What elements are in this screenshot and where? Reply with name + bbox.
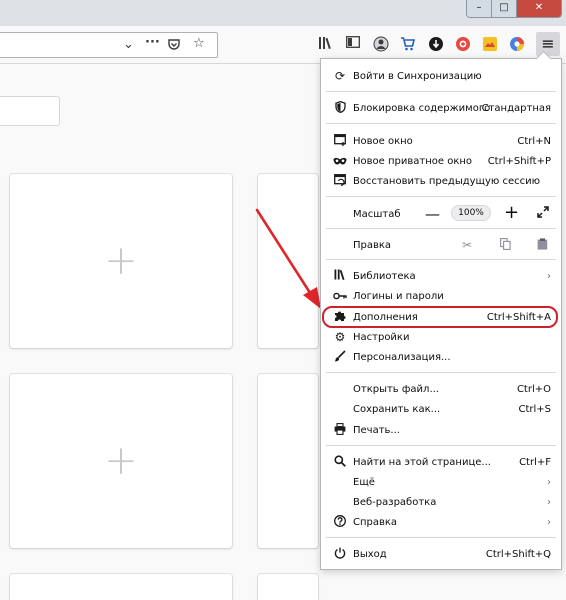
zoom-in-button[interactable]: +: [504, 204, 519, 222]
menu-item-find[interactable]: Найти на этой странице... Ctrl+F: [321, 452, 561, 472]
private-mask-icon: [330, 154, 350, 168]
zoom-reset-button[interactable]: 100%: [451, 205, 491, 221]
library-icon: [330, 269, 350, 283]
key-icon: [330, 289, 350, 303]
menu-item-new-window[interactable]: Новое окно Ctrl+N: [321, 131, 561, 151]
menu-item-content-blocking[interactable]: Блокировка содержимого Стандартная: [321, 98, 561, 118]
shield-icon: [330, 100, 350, 116]
paste-icon[interactable]: [537, 238, 548, 253]
help-icon: [330, 514, 350, 530]
brush-icon: [330, 349, 350, 365]
zoom-out-button[interactable]: —: [425, 206, 440, 222]
printer-icon: [330, 422, 350, 438]
gear-icon: ⚙: [334, 330, 346, 344]
menu-item-customize[interactable]: Персонализация...: [321, 347, 561, 367]
search-icon: [330, 454, 350, 470]
menu-item-print[interactable]: Печать...: [321, 420, 561, 440]
cut-icon[interactable]: ✂: [462, 238, 472, 252]
menu-item-more[interactable]: Ещё ›: [321, 472, 561, 492]
copy-icon[interactable]: [500, 238, 511, 253]
menu-item-library[interactable]: Библиотека ›: [321, 266, 561, 286]
chevron-right-icon: ›: [547, 496, 551, 508]
power-icon: [330, 547, 350, 562]
menu-item-settings[interactable]: ⚙ Настройки: [321, 327, 561, 347]
chevron-right-icon: ›: [547, 270, 551, 282]
new-window-icon: [330, 133, 350, 149]
menu-item-save-as[interactable]: Сохранить как... Ctrl+S: [321, 399, 561, 419]
menu-item-sync[interactable]: ⟳ Войти в Синхронизацию: [321, 66, 561, 86]
menu-item-help[interactable]: Справка ›: [321, 512, 561, 532]
menu-item-zoom: Масштаб: [353, 208, 401, 220]
menu-item-new-private-window[interactable]: Новое приватное окно Ctrl+Shift+P: [321, 151, 561, 171]
sync-icon: ⟳: [334, 69, 346, 83]
menu-item-web-developer[interactable]: Веб-разработка ›: [321, 492, 561, 512]
menu-item-exit[interactable]: Выход Ctrl+Shift+Q: [321, 544, 561, 564]
restore-session-icon: [330, 173, 350, 189]
menu-item-open-file[interactable]: Открыть файл... Ctrl+O: [321, 379, 561, 399]
addons-highlight: [322, 306, 558, 328]
chevron-right-icon: ›: [547, 476, 551, 488]
fullscreen-icon[interactable]: [537, 205, 549, 221]
menu-item-restore-session[interactable]: Восстановить предыдущую сессию: [321, 171, 561, 191]
chevron-right-icon: ›: [547, 516, 551, 528]
menu-item-edit: Правка: [353, 239, 392, 251]
menu-item-logins[interactable]: Логины и пароли: [321, 286, 561, 306]
